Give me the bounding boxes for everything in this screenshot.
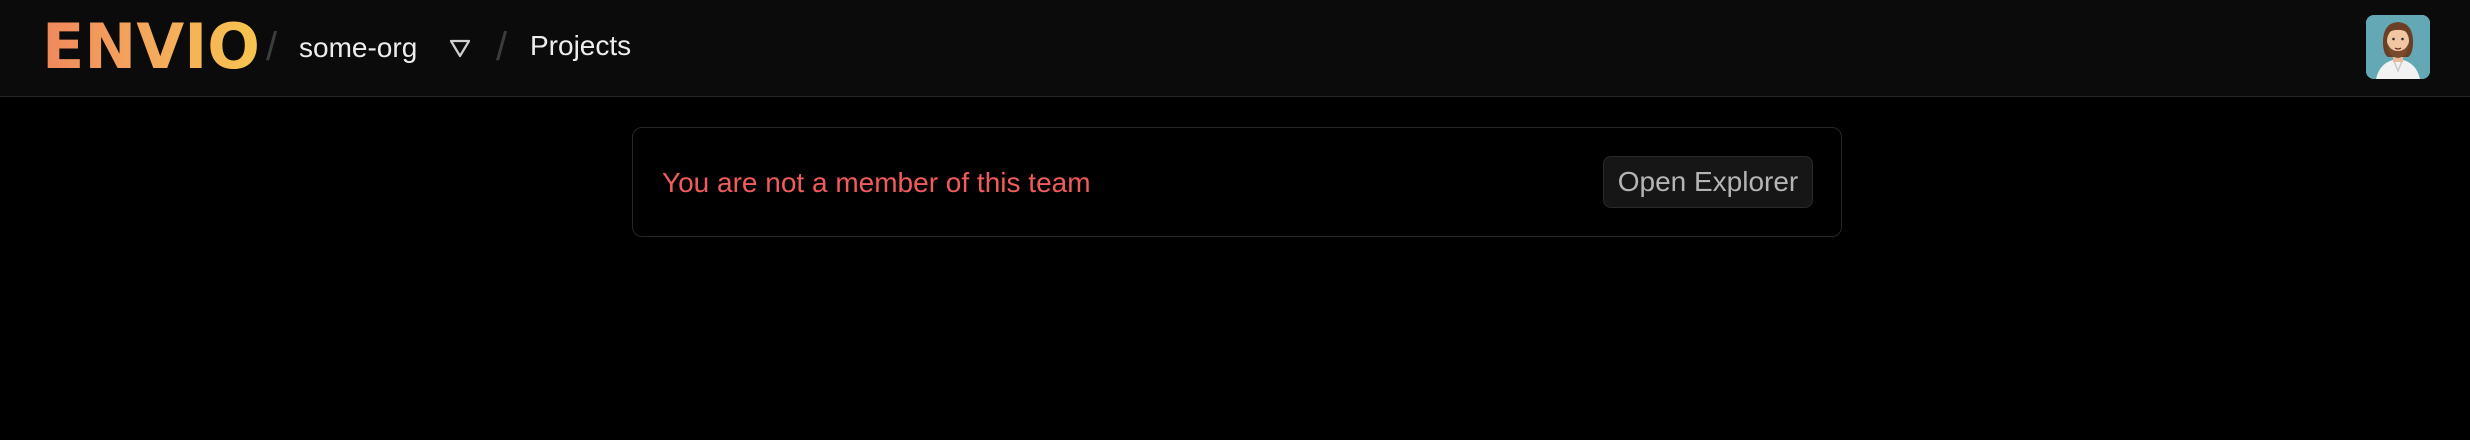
error-message: You are not a member of this team: [662, 167, 1091, 198]
envio-logo[interactable]: ENVIO: [42, 6, 260, 88]
access-error-card: You are not a member of this team Open E…: [632, 127, 1842, 237]
breadcrumb-projects[interactable]: Projects: [530, 28, 631, 64]
org-name-link[interactable]: some-org: [299, 30, 417, 66]
user-avatar-icon[interactable]: [2366, 15, 2430, 79]
breadcrumb-separator: /: [496, 25, 508, 69]
top-navigation-bar: ENVIO / some-org / Projects: [0, 0, 2470, 97]
breadcrumb-separator: /: [266, 25, 278, 69]
open-explorer-button[interactable]: Open Explorer: [1603, 156, 1813, 208]
triangle-down-icon[interactable]: [448, 36, 472, 60]
